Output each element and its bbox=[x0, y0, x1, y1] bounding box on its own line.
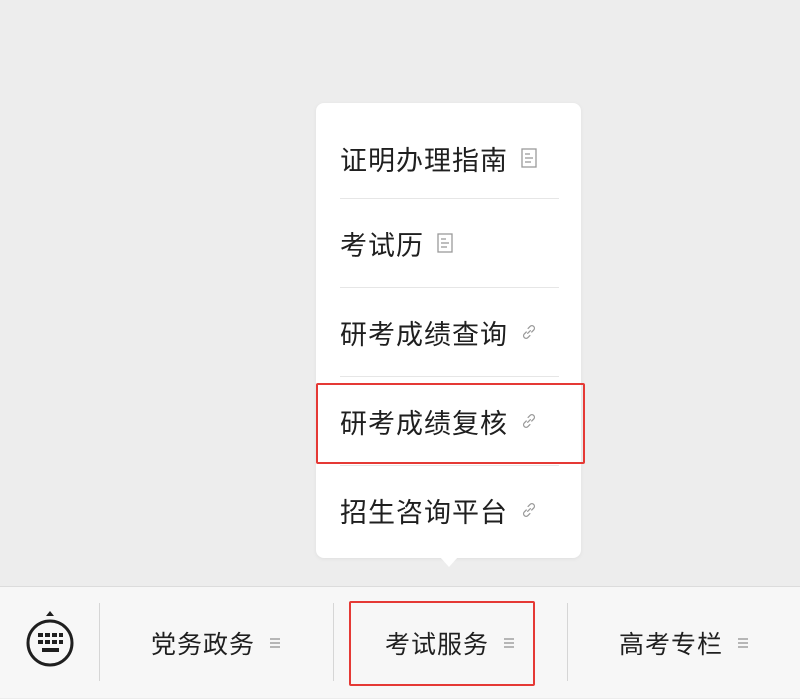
submenu-item-exam-calendar[interactable]: 考试历 bbox=[340, 199, 559, 287]
submenu-item-admission-consult[interactable]: 招生咨询平台 bbox=[340, 466, 559, 554]
link-icon bbox=[520, 410, 538, 432]
tab-gaokao-column[interactable]: 高考专栏 bbox=[568, 587, 800, 699]
submenu-item-label: 研考成绩查询 bbox=[340, 319, 508, 351]
menu-lines-icon bbox=[269, 637, 281, 649]
menu-lines-icon bbox=[737, 637, 749, 649]
tab-label: 高考专栏 bbox=[618, 630, 723, 659]
document-icon bbox=[520, 147, 538, 169]
submenu-item-label: 证明办理指南 bbox=[340, 145, 508, 177]
submenu-item-score-review[interactable]: 研考成绩复核 bbox=[340, 377, 559, 465]
bottom-menu-bar: 党务政务 考试服务 高考专栏 bbox=[0, 586, 800, 698]
link-icon bbox=[520, 321, 538, 343]
submenu-item-label: 招生咨询平台 bbox=[340, 497, 508, 529]
popup-pointer-arrow bbox=[440, 557, 458, 567]
submenu-item-certificate-guide[interactable]: 证明办理指南 bbox=[340, 114, 559, 202]
tab-party-affairs[interactable]: 党务政务 bbox=[100, 587, 332, 699]
keyboard-icon bbox=[26, 611, 74, 667]
document-icon bbox=[436, 232, 454, 254]
tab-label: 党务政务 bbox=[150, 630, 255, 659]
keyboard-toggle-button[interactable] bbox=[24, 611, 76, 671]
submenu-popup: 证明办理指南 考试历 研考成绩查询 研考成绩复核 招生咨询平台 bbox=[316, 103, 581, 558]
tab-label: 考试服务 bbox=[384, 630, 489, 659]
submenu-item-label: 研考成绩复核 bbox=[340, 408, 508, 440]
submenu-item-label: 考试历 bbox=[340, 230, 424, 262]
link-icon bbox=[520, 499, 538, 521]
tab-exam-services[interactable]: 考试服务 bbox=[334, 587, 566, 699]
submenu-item-score-query[interactable]: 研考成绩查询 bbox=[340, 288, 559, 376]
menu-lines-icon bbox=[503, 637, 515, 649]
